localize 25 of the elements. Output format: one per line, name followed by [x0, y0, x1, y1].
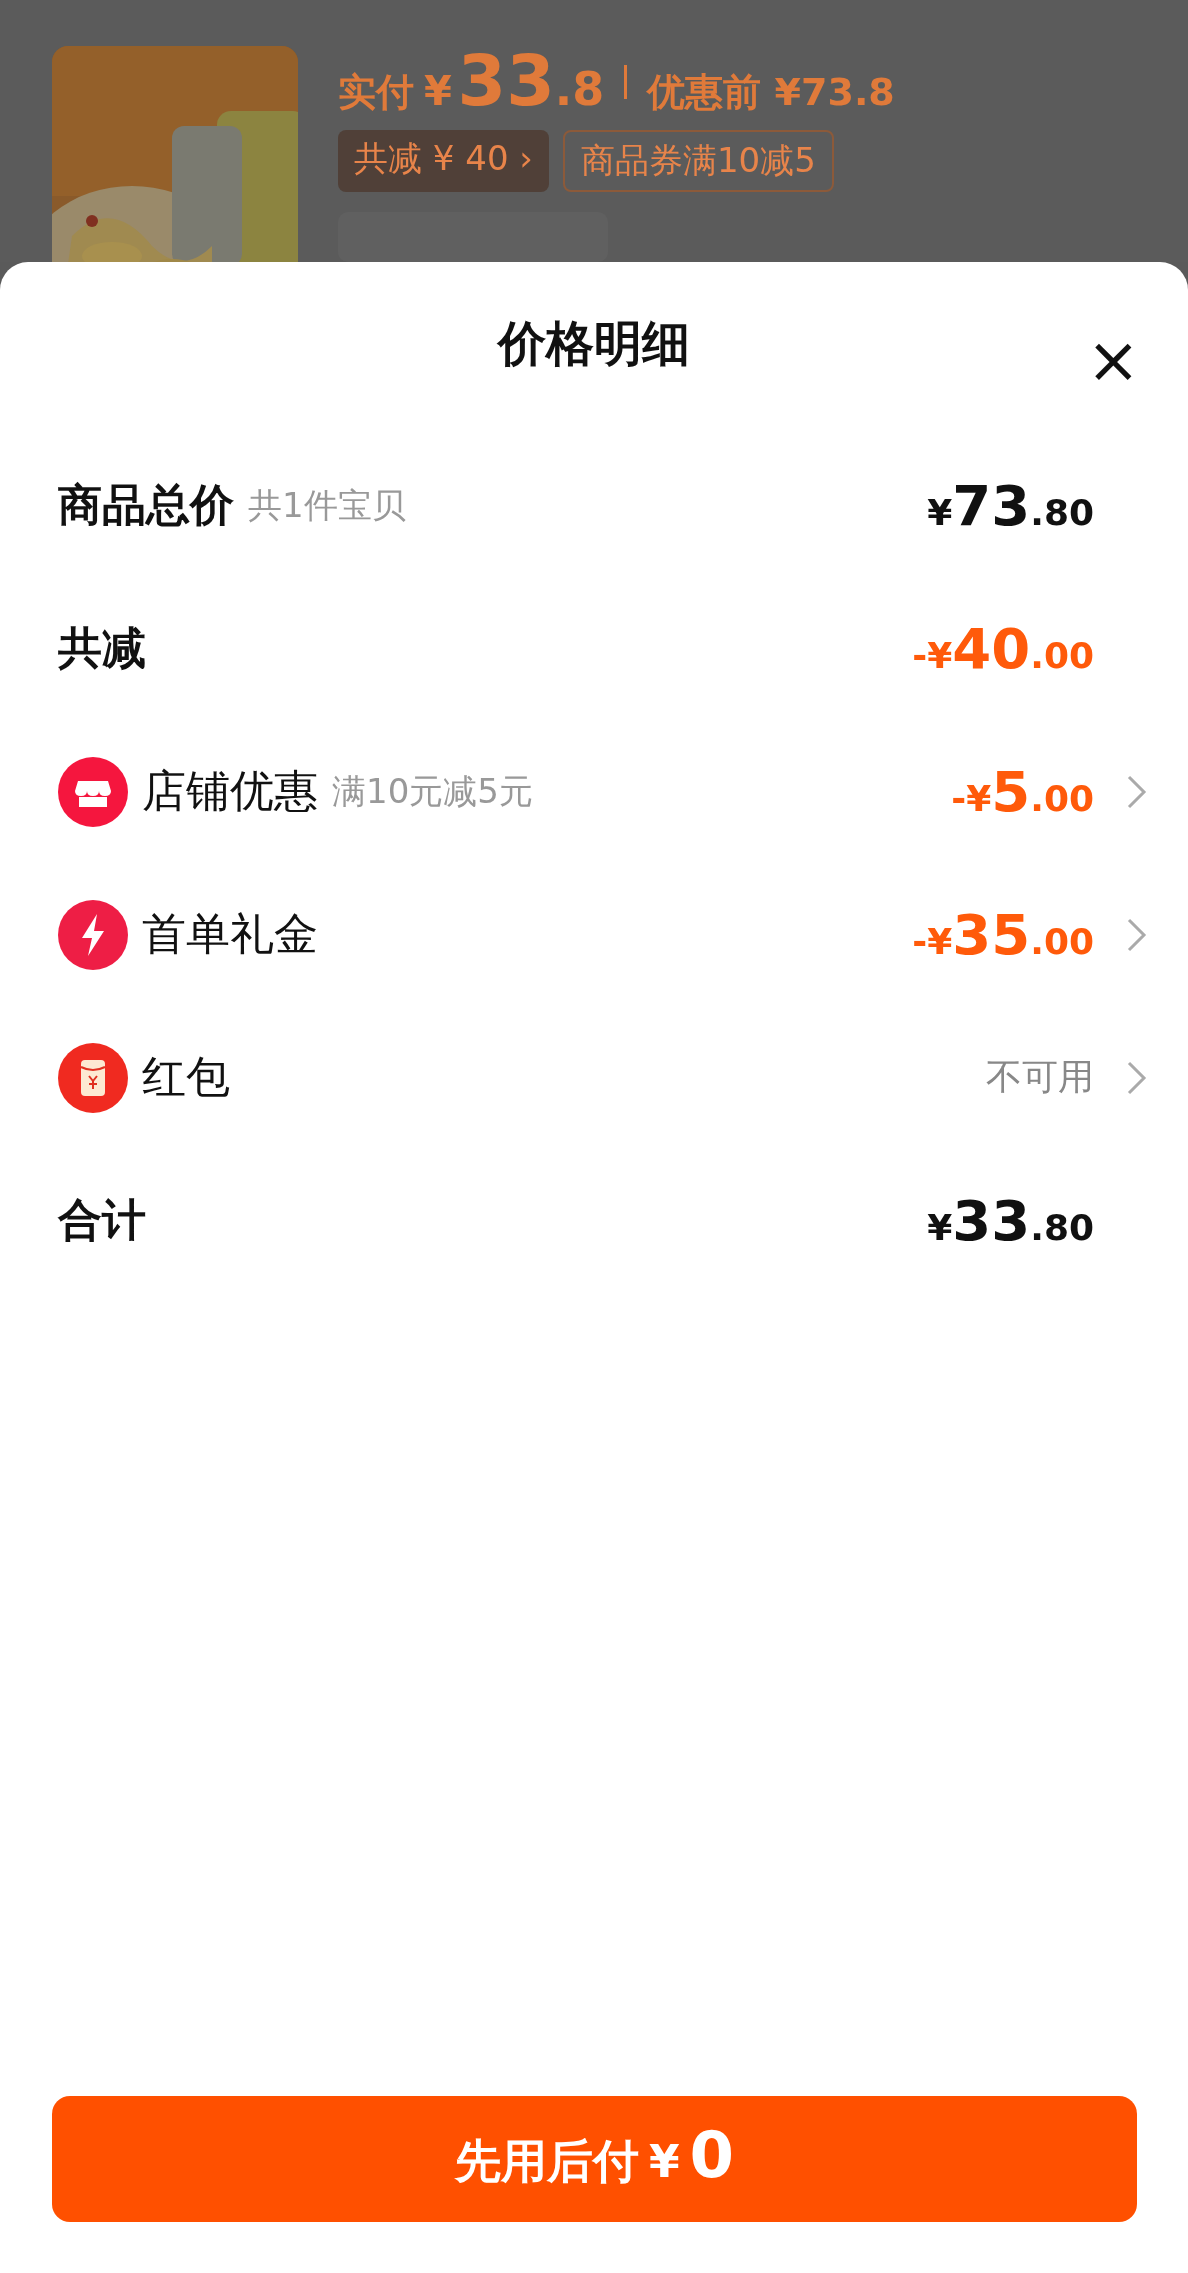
- discount-tag[interactable]: 共减 ¥ 40 ›: [338, 130, 549, 192]
- row-label: 共减: [58, 621, 146, 675]
- row-label: 商品总价: [58, 478, 234, 532]
- row-label: 合计: [58, 1193, 146, 1247]
- row-label: 红包: [142, 1050, 230, 1104]
- status-text: 不可用: [986, 1055, 1094, 1099]
- envelope-icon: [58, 1042, 128, 1113]
- row-label: 首单礼金: [142, 907, 318, 961]
- lightning-icon: [58, 899, 128, 970]
- row-note: 共1件宝贝: [248, 483, 406, 527]
- store-icon: [58, 756, 128, 827]
- close-button[interactable]: ×: [1086, 328, 1140, 392]
- paid-price: ¥33.8: [424, 46, 605, 116]
- amount: -¥5.00: [951, 759, 1094, 824]
- paid-label: 实付: [338, 69, 414, 116]
- discount-tag[interactable]: 商品券满10减5: [562, 130, 834, 192]
- amount: ¥73.80: [927, 473, 1094, 538]
- row-label: 店铺优惠: [142, 764, 318, 818]
- row-note: 满10元减5元: [332, 769, 533, 813]
- pay-later-button[interactable]: 先用后付 ¥0: [52, 2096, 1137, 2222]
- amount: ¥33.80: [927, 1188, 1094, 1253]
- amount: -¥35.00: [912, 902, 1094, 967]
- original-price: 优惠前 ¥73.8: [647, 69, 895, 116]
- sheet-title: 价格明细: [498, 314, 690, 373]
- amount: -¥40.00: [912, 616, 1094, 681]
